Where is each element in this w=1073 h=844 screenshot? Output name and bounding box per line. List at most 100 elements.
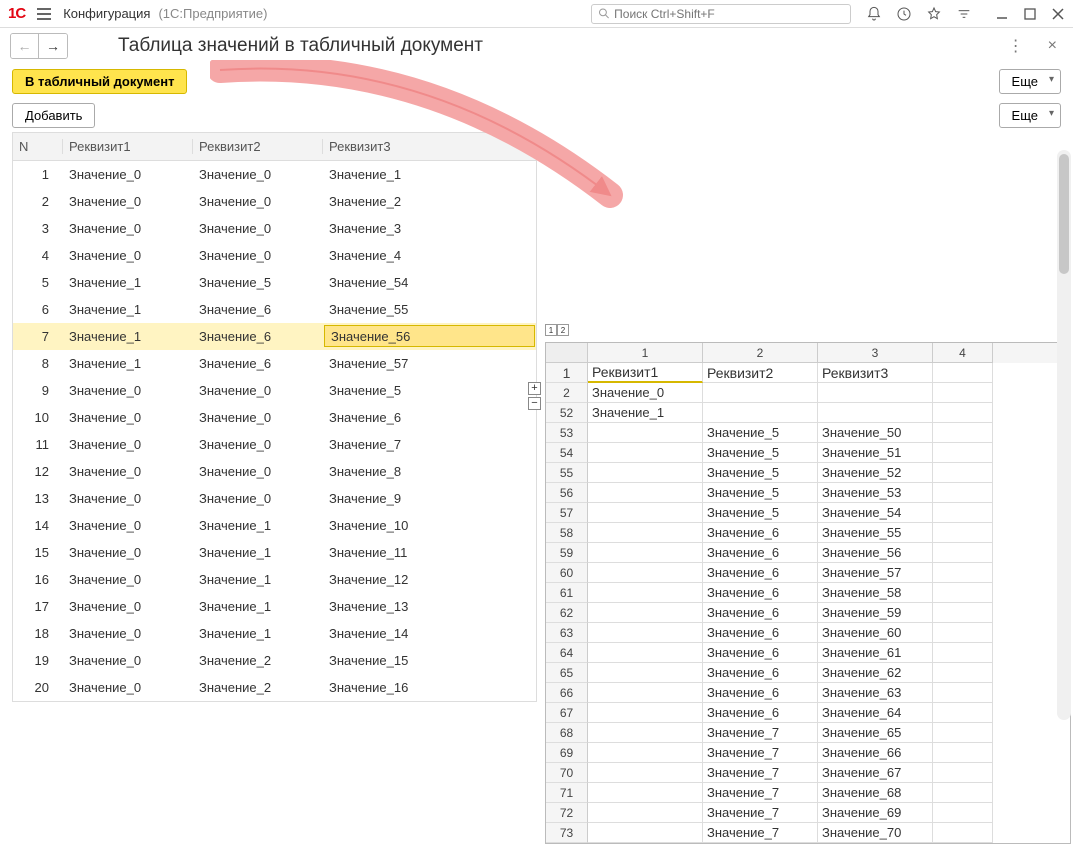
- sheet-row-num[interactable]: 52: [546, 403, 588, 423]
- search-box[interactable]: [591, 4, 851, 24]
- sheet-cell[interactable]: [588, 503, 703, 523]
- sheet-cell[interactable]: Значение_60: [818, 623, 933, 643]
- sheet-cell[interactable]: Значение_53: [818, 483, 933, 503]
- sheet-row[interactable]: 69Значение_7Значение_66: [546, 743, 1070, 763]
- sheet-cell[interactable]: [588, 703, 703, 723]
- sheet-cell[interactable]: Значение_67: [818, 763, 933, 783]
- table-row[interactable]: 5Значение_1Значение_5Значение_54: [13, 269, 536, 296]
- sheet-row[interactable]: 65Значение_6Значение_62: [546, 663, 1070, 683]
- sheet-row[interactable]: 73Значение_7Значение_70: [546, 823, 1070, 843]
- expand-group-icon[interactable]: +: [528, 382, 541, 395]
- sheet-row[interactable]: 68Значение_7Значение_65: [546, 723, 1070, 743]
- value-table[interactable]: N Реквизит1 Реквизит2 Реквизит3 1Значени…: [12, 132, 537, 702]
- sheet-row[interactable]: 72Значение_7Значение_69: [546, 803, 1070, 823]
- outline-level-1[interactable]: 1: [545, 324, 557, 336]
- sheet-row[interactable]: 64 Значение_6Значение_61: [546, 643, 1070, 663]
- sheet-cell[interactable]: Значение_6: [703, 623, 818, 643]
- sheet-cell[interactable]: Значение_62: [818, 663, 933, 683]
- col-header-r1[interactable]: Реквизит1: [63, 139, 193, 154]
- sheet-cell[interactable]: [588, 523, 703, 543]
- sheet-row-num[interactable]: 63: [546, 623, 588, 643]
- sheet-row-num[interactable]: 61: [546, 583, 588, 603]
- sheet-title-c2[interactable]: Реквизит2: [703, 363, 818, 383]
- sheet-cell[interactable]: [588, 603, 703, 623]
- sheet-cell[interactable]: [933, 643, 993, 663]
- sheet-cell[interactable]: Значение_63: [818, 683, 933, 703]
- sheet-cell[interactable]: [588, 483, 703, 503]
- sheet-cell[interactable]: [588, 583, 703, 603]
- more-button-2[interactable]: Еще: [999, 103, 1061, 128]
- sheet-col-2[interactable]: 2: [703, 343, 818, 363]
- sheet-cell[interactable]: [933, 463, 993, 483]
- sheet-row-num[interactable]: 1: [546, 363, 588, 383]
- sheet-cell[interactable]: Значение_70: [818, 823, 933, 843]
- sheet-cell[interactable]: Значение_61: [818, 643, 933, 663]
- sheet-cell[interactable]: Значение_5: [703, 443, 818, 463]
- more-button-1[interactable]: Еще: [999, 69, 1061, 94]
- close-window-icon[interactable]: [1051, 7, 1065, 21]
- sheet-cell[interactable]: [933, 583, 993, 603]
- sheet-row-num[interactable]: 64: [546, 643, 588, 663]
- table-row[interactable]: 9Значение_0Значение_0Значение_5: [13, 377, 536, 404]
- sheet-cell[interactable]: [818, 383, 933, 403]
- sheet-cell[interactable]: Значение_5: [703, 423, 818, 443]
- sheet-row[interactable]: 58Значение_6Значение_55: [546, 523, 1070, 543]
- sheet-cell[interactable]: Значение_6: [703, 683, 818, 703]
- sheet-corner[interactable]: [546, 343, 588, 363]
- sheet-cell[interactable]: [933, 823, 993, 843]
- sheet-row[interactable]: 54Значение_5Значение_51: [546, 443, 1070, 463]
- sheet-cell[interactable]: [703, 403, 818, 423]
- sheet-cell[interactable]: Значение_6: [703, 643, 818, 663]
- sheet-cell[interactable]: [933, 383, 993, 403]
- sheet-cell[interactable]: [933, 503, 993, 523]
- sheet-cell[interactable]: [933, 763, 993, 783]
- table-row[interactable]: 12Значение_0Значение_0Значение_8: [13, 458, 536, 485]
- sheet-row[interactable]: 61Значение_6Значение_58: [546, 583, 1070, 603]
- sheet-row-num[interactable]: 2: [546, 383, 588, 403]
- sheet-row[interactable]: 62Значение_6Значение_59: [546, 603, 1070, 623]
- sheet-cell[interactable]: Значение_66: [818, 743, 933, 763]
- sheet-row-num[interactable]: 72: [546, 803, 588, 823]
- sheet-row[interactable]: 59Значение_6Значение_56: [546, 543, 1070, 563]
- sheet-row-num[interactable]: 71: [546, 783, 588, 803]
- sheet-row-num[interactable]: 68: [546, 723, 588, 743]
- table-row[interactable]: 11Значение_0Значение_0Значение_7: [13, 431, 536, 458]
- sheet-cell[interactable]: [933, 803, 993, 823]
- spreadsheet[interactable]: 1 2 3 4 1 Реквизит1 Реквизит2 Реквизит3 …: [545, 342, 1071, 844]
- sheet-row[interactable]: 66 Значение_6Значение_63: [546, 683, 1070, 703]
- sheet-cell[interactable]: Значение_56: [818, 543, 933, 563]
- sheet-cell[interactable]: [588, 783, 703, 803]
- sheet-cell[interactable]: [933, 563, 993, 583]
- sheet-row[interactable]: 67Значение_6Значение_64: [546, 703, 1070, 723]
- sheet-title-row[interactable]: 1 Реквизит1 Реквизит2 Реквизит3: [546, 363, 1070, 383]
- sheet-cell[interactable]: Значение_50: [818, 423, 933, 443]
- sheet-cell[interactable]: Значение_5: [703, 483, 818, 503]
- sheet-cell[interactable]: Значение_52: [818, 463, 933, 483]
- sheet-cell[interactable]: [588, 723, 703, 743]
- sheet-cell[interactable]: Значение_65: [818, 723, 933, 743]
- sheet-cell[interactable]: [933, 483, 993, 503]
- filter-icon[interactable]: [955, 5, 973, 23]
- sheet-cell[interactable]: [588, 683, 703, 703]
- sheet-cell[interactable]: [588, 623, 703, 643]
- sheet-row[interactable]: 55Значение_5Значение_52: [546, 463, 1070, 483]
- sheet-cell[interactable]: Значение_51: [818, 443, 933, 463]
- sheet-cell[interactable]: Значение_59: [818, 603, 933, 623]
- sheet-row-num[interactable]: 66: [546, 683, 588, 703]
- sheet-cell[interactable]: [933, 523, 993, 543]
- sheet-cell[interactable]: [588, 663, 703, 683]
- sheet-cell[interactable]: Значение_7: [703, 763, 818, 783]
- sheet-row[interactable]: 71Значение_7Значение_68: [546, 783, 1070, 803]
- sheet-cell[interactable]: Значение_6: [703, 663, 818, 683]
- sheet-row[interactable]: 70 Значение_7Значение_67: [546, 763, 1070, 783]
- cell-r3[interactable]: Значение_56: [324, 325, 535, 347]
- sheet-title-c3[interactable]: Реквизит3: [818, 363, 933, 383]
- sheet-row-num[interactable]: 56: [546, 483, 588, 503]
- table-row[interactable]: 3Значение_0Значение_0Значение_3: [13, 215, 536, 242]
- sheet-row-num[interactable]: 70: [546, 763, 588, 783]
- col-header-n[interactable]: N: [13, 139, 63, 154]
- sheet-cell[interactable]: [933, 623, 993, 643]
- col-header-r3[interactable]: Реквизит3: [323, 139, 536, 154]
- sheet-row-num[interactable]: 67: [546, 703, 588, 723]
- sheet-cell[interactable]: [933, 423, 993, 443]
